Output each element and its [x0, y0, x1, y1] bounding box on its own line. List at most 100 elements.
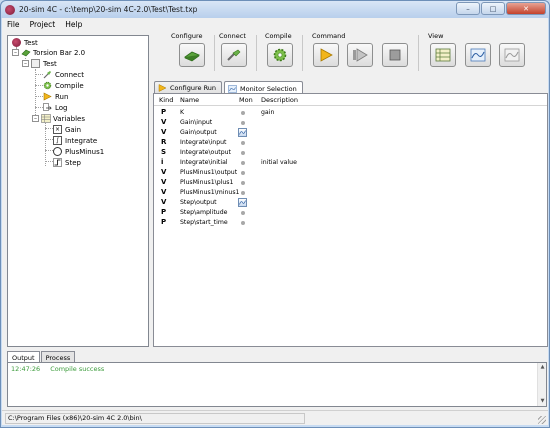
tree-item-compile[interactable]: Compile	[43, 80, 84, 91]
project-tree[interactable]: Test – Torsion Bar 2.0 – Test Connect Co…	[7, 35, 149, 347]
menu-project[interactable]: Project	[25, 20, 61, 29]
stop-icon	[389, 49, 401, 61]
toolbar-separator	[214, 35, 215, 71]
monitor-off-icon[interactable]	[241, 221, 245, 225]
output-time: 12:47:26	[11, 365, 41, 373]
tree-label: Variables	[53, 114, 85, 123]
table-row[interactable]: i Integrate\initial initial value	[154, 158, 547, 168]
menu-file[interactable]: File	[2, 20, 25, 29]
maximize-button[interactable]: □	[481, 2, 505, 15]
table-row[interactable]: V Gain\input	[154, 118, 547, 128]
monitor-off-icon[interactable]	[241, 211, 245, 215]
cell-kind: S	[161, 148, 167, 156]
monitor-off-icon[interactable]	[241, 111, 245, 115]
cell-name: PlusMinus1\minus1	[180, 189, 240, 196]
monitor-off-icon[interactable]	[241, 171, 245, 175]
resize-grip-icon[interactable]	[538, 416, 546, 424]
scroll-down-icon[interactable]: ▼	[538, 397, 547, 406]
table-row[interactable]: V PlusMinus1\output	[154, 168, 547, 178]
close-button[interactable]: ✕	[506, 2, 546, 15]
connect-icon	[43, 70, 52, 79]
toolbar-separator	[302, 35, 303, 71]
cell-kind: V	[161, 128, 167, 136]
table-row[interactable]: V PlusMinus1\minus1	[154, 188, 547, 198]
stop-button[interactable]	[382, 43, 408, 67]
table-row[interactable]: P Step\amplitude	[154, 208, 547, 218]
output-line: 12:47:26 Compile success	[11, 365, 104, 373]
tree-item-log[interactable]: Log	[43, 102, 68, 113]
plusminus-block-icon	[53, 147, 62, 156]
tree-item-variables[interactable]: – Variables	[32, 113, 85, 124]
tree-item-plusminus[interactable]: PlusMinus1	[53, 146, 104, 157]
column-kind[interactable]: Kind	[159, 96, 173, 104]
cell-kind: P	[161, 208, 167, 216]
monitor-off-icon[interactable]	[241, 181, 245, 185]
table-row[interactable]: V PlusMinus1\plus1	[154, 178, 547, 188]
configure-icon	[184, 51, 200, 62]
command-group-label: Command	[312, 32, 346, 40]
tree-label: Gain	[65, 125, 82, 134]
table-row[interactable]: P Kgain	[154, 108, 547, 118]
tree-item-torsion-bar[interactable]: – Torsion Bar 2.0	[12, 47, 85, 58]
connect-button[interactable]	[221, 43, 247, 67]
play-icon	[320, 48, 333, 62]
output-message: Compile success	[50, 365, 105, 373]
collapse-icon[interactable]: –	[32, 115, 39, 122]
column-mon[interactable]: Mon	[239, 96, 253, 104]
app-logo-icon	[5, 4, 15, 15]
tree-item-step[interactable]: Step	[53, 157, 81, 168]
monitor-off-icon[interactable]	[241, 141, 245, 145]
cell-name: Step\start_time	[180, 219, 228, 226]
integrate-block-icon: ∫	[53, 136, 62, 145]
tree-item-integrate[interactable]: ∫ Integrate	[53, 135, 97, 146]
table-row[interactable]: V Step\output	[154, 198, 547, 208]
table-row[interactable]: R Integrate\input	[154, 138, 547, 148]
window-controls: – □ ✕	[456, 2, 546, 15]
tree-item-model[interactable]: – Test	[22, 58, 57, 69]
view-plot-button[interactable]	[465, 43, 491, 67]
table-row[interactable]: P Step\start_time	[154, 218, 547, 228]
model-icon	[31, 59, 40, 68]
cell-name: Step\output	[180, 199, 217, 206]
view-group-label: View	[428, 32, 444, 40]
monitor-off-icon[interactable]	[241, 121, 245, 125]
step-block-icon	[53, 158, 62, 167]
step-run-button[interactable]	[347, 43, 373, 67]
view-plot-disabled-button[interactable]	[499, 43, 525, 67]
output-panel[interactable]: 12:47:26 Compile success ▲ ▼	[7, 362, 547, 407]
cell-name: Integrate\input	[180, 139, 227, 146]
monitor-plot-icon[interactable]	[238, 198, 247, 207]
menu-help[interactable]: Help	[60, 20, 87, 29]
compile-button[interactable]	[267, 43, 293, 67]
monitor-off-icon[interactable]	[241, 161, 245, 165]
tree-label: Test	[24, 38, 38, 47]
monitor-plot-icon[interactable]	[238, 128, 247, 137]
output-scrollbar[interactable]: ▲ ▼	[537, 363, 546, 406]
monitor-off-icon[interactable]	[241, 151, 245, 155]
tree-item-gain[interactable]: × Gain	[53, 124, 81, 135]
collapse-icon[interactable]: –	[12, 49, 19, 56]
table-row[interactable]: V Gain\output	[154, 128, 547, 138]
scroll-up-icon[interactable]: ▲	[538, 363, 547, 372]
minimize-button[interactable]: –	[456, 2, 480, 15]
column-name[interactable]: Name	[180, 96, 199, 104]
title-bar[interactable]: 20-sim 4C - c:\temp\20-sim 4C-2.0\Test\T…	[1, 1, 549, 18]
column-description[interactable]: Description	[261, 96, 298, 104]
cell-kind: P	[161, 218, 167, 226]
configure-group-label: Configure	[171, 32, 203, 40]
connect-group-label: Connect	[219, 32, 246, 40]
client-area: Test – Torsion Bar 2.0 – Test Connect Co…	[2, 31, 548, 416]
tree-label: Step	[65, 158, 81, 167]
run-button[interactable]	[313, 43, 339, 67]
log-icon	[43, 103, 52, 112]
collapse-icon[interactable]: –	[22, 60, 29, 67]
view-variables-button[interactable]	[430, 43, 456, 67]
table-row[interactable]: S Integrate\output	[154, 148, 547, 158]
cell-name: K	[180, 109, 185, 116]
cell-kind: V	[161, 118, 167, 126]
tree-item-connect[interactable]: Connect	[43, 69, 84, 80]
monitor-off-icon[interactable]	[241, 191, 245, 195]
tree-item-run[interactable]: Run	[43, 91, 68, 102]
cell-kind: V	[161, 198, 167, 206]
configure-button[interactable]	[179, 43, 205, 67]
